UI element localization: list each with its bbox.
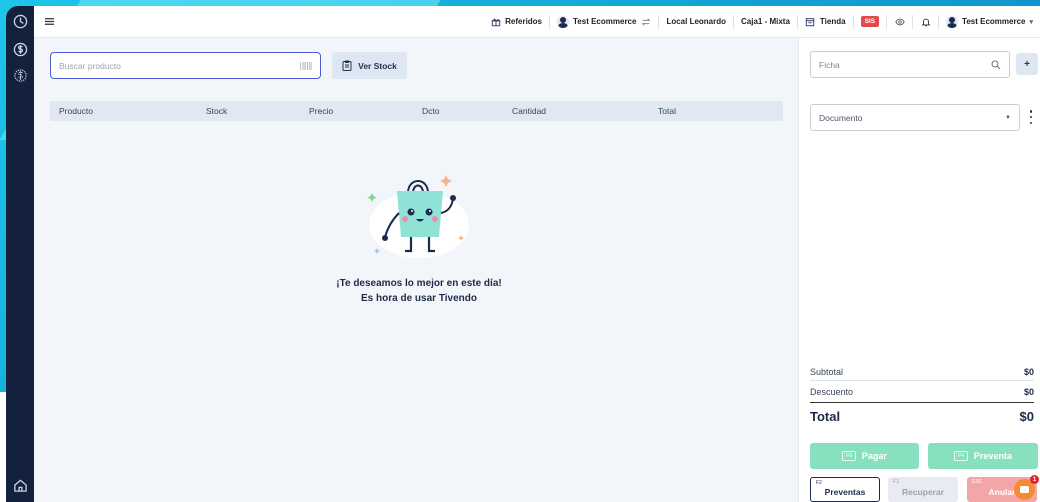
swap-icon <box>640 16 651 27</box>
documento-select[interactable]: Documento ▼ <box>810 104 1020 131</box>
product-search[interactable] <box>50 52 321 79</box>
total-value: $0 <box>1019 408 1034 424</box>
col-cantidad: Cantidad <box>512 106 547 116</box>
total-row: Total $0 <box>810 403 1034 429</box>
chat-launcher[interactable]: 1 <box>1014 475 1039 500</box>
caja-label: Caja1 - Mixta <box>741 17 790 26</box>
recuperar-label: Recuperar <box>901 487 945 497</box>
col-stock: Stock <box>206 106 228 116</box>
subtotal-label: Subtotal <box>810 367 844 377</box>
main-content: Ver Stock Producto Stock Precio Dcto Can… <box>34 38 798 502</box>
chevron-down-icon: ▾ <box>1029 18 1033 26</box>
topbar-actions: Referidos Test Ecommerce Local Leonardo … <box>483 14 1040 29</box>
empty-state: ¡Te deseamos lo mejor en este día! Es ho… <box>334 163 504 305</box>
col-dcto: Dcto <box>422 106 440 116</box>
ficha-input[interactable] <box>819 59 991 70</box>
pagar-label: Pagar <box>861 451 887 461</box>
order-panel: + Documento ▼ Subtotal $0 Descuento $0 T… <box>798 38 1040 502</box>
topbar: Referidos Test Ecommerce Local Leonardo … <box>34 6 1040 38</box>
account-switcher[interactable]: Test Ecommerce <box>550 14 660 29</box>
clipboard-icon <box>342 60 352 71</box>
referidos-label: Referidos <box>505 17 543 26</box>
search-icon[interactable] <box>991 59 1001 70</box>
account-name: Test Ecommerce <box>573 17 637 26</box>
tienda-link[interactable]: Tienda <box>798 14 854 29</box>
notifications-button[interactable] <box>913 14 940 29</box>
pagar-shortcut: F9 <box>842 451 856 461</box>
descuento-row: Descuento $0 <box>810 381 1034 403</box>
subtotal-value: $0 <box>1023 367 1034 377</box>
pagar-button[interactable]: F9 Pagar <box>810 443 919 469</box>
anular-shortcut: ESC <box>972 479 983 485</box>
user-menu[interactable]: Test Ecommerce ▾ <box>939 15 1040 29</box>
shopping-bag-mascot-icon <box>367 175 469 258</box>
dollar-circle-icon[interactable] <box>11 40 29 58</box>
user-name: Test Ecommerce <box>962 17 1026 26</box>
local-label: Local Leonardo <box>666 17 727 26</box>
barcode-icon[interactable] <box>300 61 312 70</box>
local-selector[interactable]: Local Leonardo <box>659 14 735 29</box>
ficha-search[interactable] <box>810 51 1010 78</box>
table-header: Producto Stock Precio Dcto Cantidad Tota… <box>50 101 783 121</box>
ver-stock-label: Ver Stock <box>358 60 397 71</box>
preventa-shortcut: F4 <box>954 451 968 461</box>
documento-label: Documento <box>819 112 863 123</box>
preventas-button[interactable]: F2 Preventas <box>810 477 880 502</box>
subtotal-row: Subtotal $0 <box>810 364 1034 381</box>
recuperar-shortcut: F3 <box>893 479 899 485</box>
col-total: Total <box>658 106 676 116</box>
descuento-value: $0 <box>1023 386 1034 397</box>
total-label: Total <box>810 408 841 424</box>
preventas-label: Preventas <box>824 487 866 497</box>
chat-notification-badge: 1 <box>1030 475 1039 484</box>
recuperar-button[interactable]: F3 Recuperar <box>888 477 958 502</box>
col-producto: Producto <box>59 106 94 116</box>
preventas-shortcut: F2 <box>816 480 822 486</box>
avatar <box>557 15 570 28</box>
preventa-button[interactable]: F4 Preventa <box>928 443 1038 469</box>
dollar-stacked-icon[interactable] <box>11 66 29 84</box>
gift-icon <box>490 16 501 27</box>
bell-icon <box>920 16 931 27</box>
preventa-label: Preventa <box>973 451 1012 461</box>
ver-stock-button[interactable]: Ver Stock <box>332 52 407 79</box>
chat-icon <box>1020 486 1029 493</box>
add-client-button[interactable]: + <box>1016 53 1038 75</box>
tienda-label: Tienda <box>819 17 846 26</box>
app-window: Referidos Test Ecommerce Local Leonardo … <box>6 6 1040 502</box>
user-avatar <box>946 15 959 28</box>
store-icon <box>805 16 816 27</box>
empty-state-line1: ¡Te deseamos lo mejor en este día! <box>336 278 502 289</box>
hamburger-menu-icon[interactable] <box>44 16 56 28</box>
sis-badge-item[interactable]: SIS <box>854 14 888 29</box>
descuento-label: Descuento <box>810 386 854 397</box>
more-options-icon[interactable] <box>1029 110 1033 124</box>
referidos-link[interactable]: Referidos <box>483 14 551 29</box>
home-icon[interactable] <box>11 476 29 494</box>
totals-section: Subtotal $0 Descuento $0 Total $0 <box>810 364 1034 429</box>
col-precio: Precio <box>309 106 334 116</box>
empty-state-line2: Es hora de usar Tivendo <box>361 293 477 304</box>
chevron-down-icon: ▼ <box>1005 114 1011 121</box>
status-badge: SIS <box>860 16 880 27</box>
eye-icon <box>894 16 905 27</box>
caja-selector[interactable]: Caja1 - Mixta <box>734 14 798 29</box>
search-input[interactable] <box>59 60 300 71</box>
sidebar <box>6 6 34 502</box>
anular-label: Anular <box>988 487 1016 497</box>
clock-icon[interactable] <box>11 12 29 30</box>
visibility-toggle[interactable] <box>887 14 914 29</box>
